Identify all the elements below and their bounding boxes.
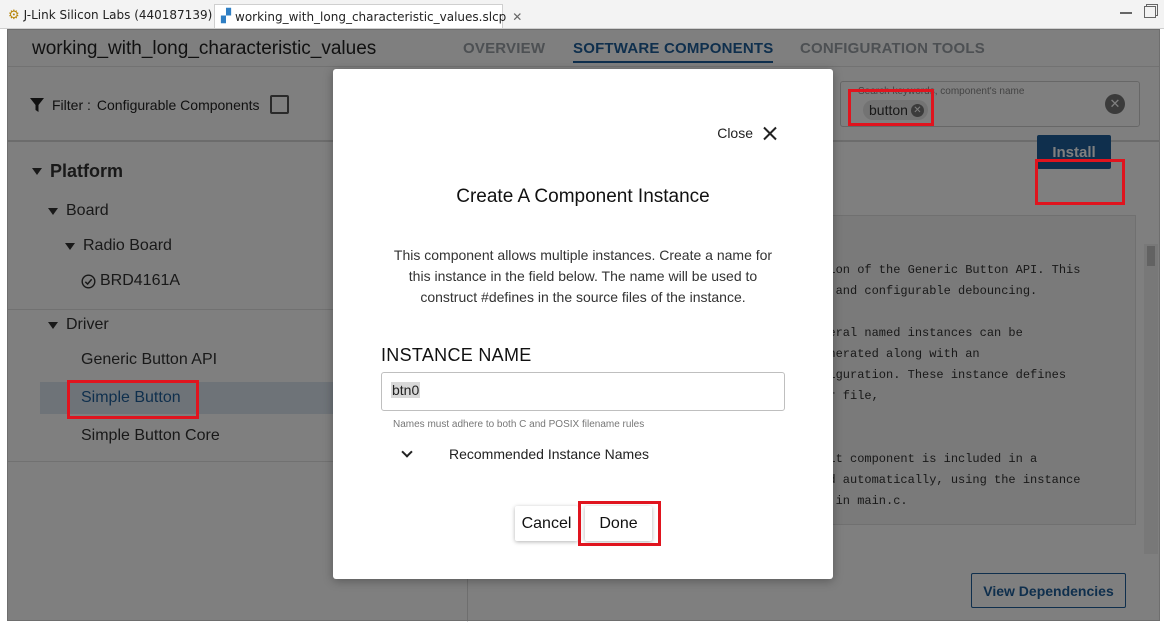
instance-name-label: INSTANCE NAME (381, 345, 532, 365)
tab-jlink-label: J-Link Silicon Labs (440187139) (23, 8, 213, 22)
dialog-title: Create A Component Instance (456, 186, 710, 207)
dialog-description: This component allows multiple instances… (393, 247, 773, 305)
window-controls (1120, 6, 1156, 18)
highlight-install-button (1035, 159, 1125, 205)
editor-tab-bar: ⚙ J-Link Silicon Labs (440187139) ▞ work… (0, 0, 1164, 29)
highlight-done-button (578, 501, 661, 546)
close-icon (763, 126, 777, 140)
highlight-simple-button (67, 380, 199, 419)
instance-name-input[interactable] (381, 372, 785, 411)
tab-slcp[interactable]: ▞ working_with_long_characteristic_value… (214, 4, 522, 28)
recommended-instance-names-toggle[interactable]: Recommended Instance Names (401, 446, 649, 462)
close-tab-icon[interactable]: ✕ (512, 10, 522, 24)
minimize-icon[interactable] (1120, 6, 1132, 14)
close-button[interactable]: Close (717, 125, 777, 141)
cancel-button[interactable]: Cancel (515, 506, 578, 541)
debug-adapter-icon: ⚙ (8, 7, 20, 23)
instance-name-hint: Names must adhere to both C and POSIX fi… (393, 419, 645, 430)
tab-slcp-label: working_with_long_characteristic_values.… (235, 9, 507, 24)
tab-jlink[interactable]: ⚙ J-Link Silicon Labs (440187139) (2, 4, 218, 26)
close-label: Close (717, 125, 753, 141)
recommended-label: Recommended Instance Names (449, 446, 649, 462)
highlight-search-chip (848, 89, 934, 126)
component-icon: ▞ (221, 9, 231, 24)
maximize-icon[interactable] (1144, 6, 1156, 18)
instance-name-value: btn0 (391, 382, 421, 398)
chevron-down-icon (401, 446, 413, 458)
